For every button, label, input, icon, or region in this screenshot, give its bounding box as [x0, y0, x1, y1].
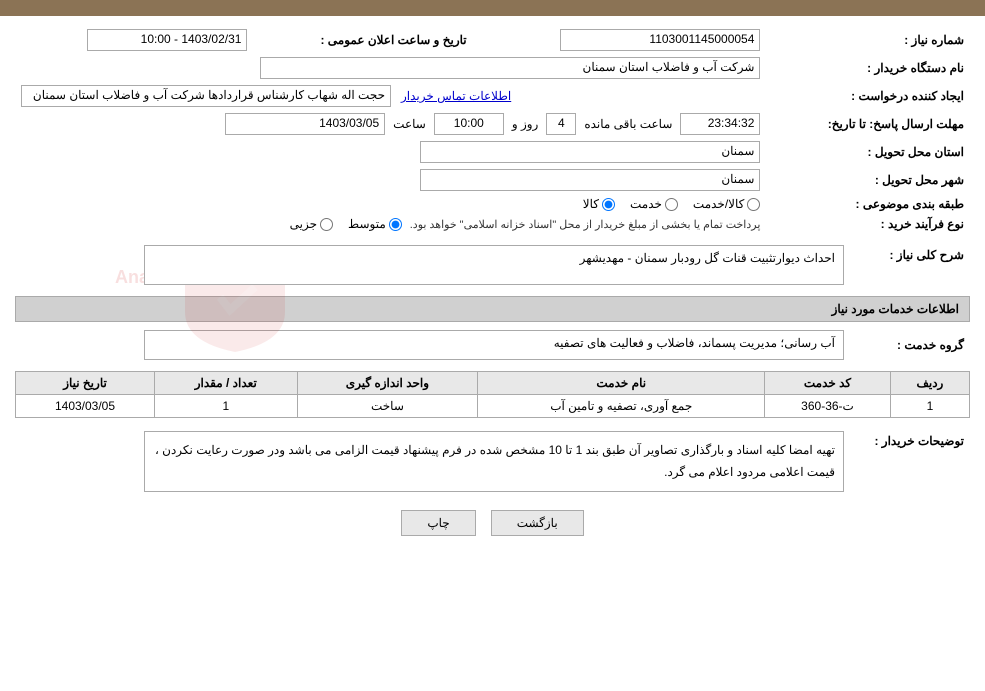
content-area: شماره نیاز : 1103001145000054 تاریخ و سا…	[0, 16, 985, 556]
label-khidmat: خدمت	[630, 197, 662, 211]
radio-khidmat[interactable]	[665, 198, 678, 211]
province-box: سمنان	[420, 141, 760, 163]
remaining-label: ساعت باقی مانده	[584, 117, 672, 131]
page-container: شماره نیاز : 1103001145000054 تاریخ و سا…	[0, 0, 985, 691]
need-number-label: شماره نیاز :	[766, 26, 970, 54]
deadline-time-label: ساعت	[393, 117, 426, 131]
created-by-box: حجت اله شهاب کارشناس قراردادها شرکت آب و…	[21, 85, 391, 107]
service-group-box: آب رسانی؛ مدیریت پسماند، فاضلاب و فعالیت…	[144, 330, 844, 360]
print-button[interactable]: چاپ	[401, 510, 475, 536]
watermark-section: AnaTender.NET شرح کلی نیاز : احداث دیوار…	[15, 242, 970, 288]
city-box: سمنان	[420, 169, 760, 191]
cell-name: جمع آوری، تصفیه و تامین آب	[478, 395, 765, 418]
cell-date: 1403/03/05	[16, 395, 155, 418]
buyer-notes-value: تهیه امضا کلیه اسناد و بارگذاری تصاویر آ…	[15, 428, 850, 495]
cell-row: 1	[890, 395, 969, 418]
label-kala-khidmat: کالا/خدمت	[693, 197, 744, 211]
col-header-code: کد خدمت	[765, 372, 891, 395]
radio-mutavasit[interactable]	[389, 218, 402, 231]
province-value: سمنان	[15, 138, 766, 166]
col-header-qty: تعداد / مقدار	[155, 372, 298, 395]
cell-code: ت-36-360	[765, 395, 891, 418]
service-group-value: آب رسانی؛ مدیریت پسماند، فاضلاب و فعالیت…	[15, 327, 850, 363]
service-group-table: گروه خدمت : آب رسانی؛ مدیریت پسماند، فاض…	[15, 327, 970, 363]
radio-juzii[interactable]	[320, 218, 333, 231]
contact-link[interactable]: اطلاعات تماس خریدار	[401, 89, 511, 103]
category-kala-khidmat[interactable]: کالا/خدمت	[693, 197, 760, 211]
process-value: پرداخت تمام یا بخشی از مبلغ خریدار از مح…	[15, 214, 766, 234]
col-header-date: تاریخ نیاز	[16, 372, 155, 395]
org-name-value: شرکت آب و فاضلاب استان سمنان	[15, 54, 766, 82]
buyer-notes-label: توضیحات خریدار :	[850, 428, 970, 495]
process-note: پرداخت تمام یا بخشی از مبلغ خریدار از مح…	[410, 218, 761, 231]
services-table: ردیف کد خدمت نام خدمت واحد اندازه گیری ت…	[15, 371, 970, 418]
province-label: استان محل تحویل :	[766, 138, 970, 166]
buttons-row: بازگشت چاپ	[15, 510, 970, 536]
need-number-value: 1103001145000054	[473, 26, 767, 54]
col-header-name: نام خدمت	[478, 372, 765, 395]
category-khidmat[interactable]: خدمت	[630, 197, 678, 211]
services-info-header: اطلاعات خدمات مورد نیاز	[15, 296, 970, 322]
org-name-label: نام دستگاه خریدار :	[766, 54, 970, 82]
process-mutavasit[interactable]: متوسط	[348, 217, 402, 231]
category-label: طبقه بندی موضوعی :	[766, 194, 970, 214]
buyer-notes-box: تهیه امضا کلیه اسناد و بارگذاری تصاویر آ…	[144, 431, 844, 492]
deadline-label: مهلت ارسال پاسخ: تا تاریخ:	[766, 110, 970, 138]
deadline-days-label: روز و	[512, 117, 539, 131]
deadline-date-box: 1403/03/05	[225, 113, 385, 135]
announce-datetime-box: 1403/02/31 - 10:00	[87, 29, 247, 51]
buyer-notes-table: توضیحات خریدار : تهیه امضا کلیه اسناد و …	[15, 428, 970, 495]
label-mutavasit: متوسط	[348, 217, 386, 231]
announce-datetime-label: تاریخ و ساعت اعلان عمومی :	[253, 26, 472, 54]
top-info-table: شماره نیاز : 1103001145000054 تاریخ و سا…	[15, 26, 970, 234]
deadline-days-box: 4	[546, 113, 576, 135]
remaining-time-box: 23:34:32	[680, 113, 760, 135]
back-button[interactable]: بازگشت	[491, 510, 584, 536]
category-kala[interactable]: کالا	[583, 197, 615, 211]
label-kala: کالا	[583, 197, 599, 211]
page-title	[0, 0, 985, 16]
table-row: 1ت-36-360جمع آوری، تصفیه و تامین آبساخت1…	[16, 395, 970, 418]
need-desc-label: شرح کلی نیاز :	[850, 242, 970, 288]
need-desc-box: احداث دیوارتثبیت قنات گل رودبار سمنان - …	[144, 245, 844, 285]
announce-datetime-value: 1403/02/31 - 10:00	[15, 26, 253, 54]
cell-qty: 1	[155, 395, 298, 418]
process-juzii[interactable]: جزیی	[290, 217, 333, 231]
need-desc-value: احداث دیوارتثبیت قنات گل رودبار سمنان - …	[15, 242, 850, 288]
process-label: نوع فرآیند خرید :	[766, 214, 970, 234]
city-label: شهر محل تحویل :	[766, 166, 970, 194]
col-header-unit: واحد اندازه گیری	[297, 372, 478, 395]
org-name-box: شرکت آب و فاضلاب استان سمنان	[260, 57, 760, 79]
need-number-box: 1103001145000054	[560, 29, 760, 51]
radio-kala-khidmat[interactable]	[747, 198, 760, 211]
cell-unit: ساخت	[297, 395, 478, 418]
deadline-time-box: 10:00	[434, 113, 504, 135]
city-value: سمنان	[15, 166, 766, 194]
category-value: کالا/خدمت خدمت کالا	[15, 194, 766, 214]
created-by-value: اطلاعات تماس خریدار حجت اله شهاب کارشناس…	[15, 82, 766, 110]
radio-kala[interactable]	[602, 198, 615, 211]
col-header-row: ردیف	[890, 372, 969, 395]
deadline-row: 23:34:32 ساعت باقی مانده 4 روز و 10:00 س…	[15, 110, 766, 138]
label-juzii: جزیی	[290, 217, 317, 231]
need-desc-table: شرح کلی نیاز : احداث دیوارتثبیت قنات گل …	[15, 242, 970, 288]
created-by-label: ایجاد کننده درخواست :	[766, 82, 970, 110]
service-group-label: گروه خدمت :	[850, 327, 970, 363]
